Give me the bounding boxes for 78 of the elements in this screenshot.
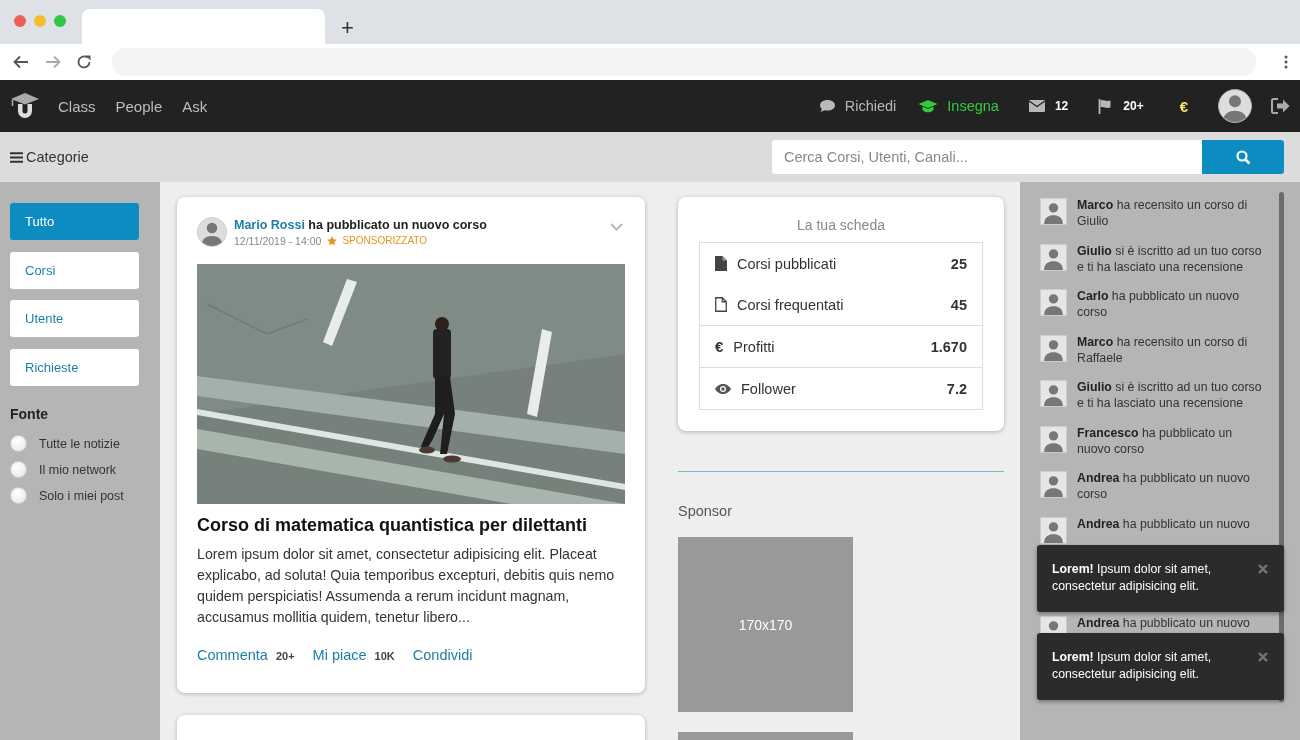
section-title: Sponsor [678,503,733,519]
logout-icon[interactable] [1271,98,1290,114]
euro-symbol: € [715,338,724,355]
activity-text: Francesco ha pubblicato un nuovo corso [1077,424,1234,457]
menu-icon[interactable] [1284,55,1288,69]
logo-icon[interactable] [10,92,40,120]
count-label: 20+ [275,650,295,662]
card-title: La tua scheda [796,217,886,233]
radio-button[interactable] [10,487,27,504]
section-title: Fonte [10,405,50,422]
close-icon[interactable] [1258,564,1268,574]
stat-value: 45 [950,296,967,313]
close-window-icon[interactable] [14,15,26,27]
post-headline: Mario Rossi ha pubblicato un nuovo corso [234,217,487,232]
post-title[interactable]: Corso di matematica quantistica per dilettanti [197,515,625,536]
radio-label[interactable]: Il mio network [39,462,117,477]
author-avatar[interactable] [197,217,227,247]
nav-link[interactable]: People [115,97,163,115]
toast-message: Lorem! Ipsum dolor sit amet, consectetur adipisicing elit. [1052,650,1212,681]
nav-link[interactable]: Ask [182,97,208,115]
stat-label: Corsi pubblicati [737,255,837,272]
teach-link[interactable]: Insegna [947,98,999,114]
flag-icon [1098,98,1114,114]
post-body: Lorem ipsum dolor sit amet, consectetur adipisicing elit. Placeat explicabo, ad soluta! Quia temporibus excepturi, debitis quis nemo quidem perspiciatis! Assumenda a rerum incidunt magnam, accusamus mollitia quidem, tenetur libero... [197,545,616,627]
activity-text: Andrea ha pubblicato un nuovo [1077,615,1251,631]
stat-value: 7.2 [946,380,967,397]
activity-text: Andrea ha pubblicato un nuovo [1077,515,1251,532]
reload-icon[interactable] [76,54,92,70]
wallet-link[interactable]: € [1179,97,1188,115]
envelope-icon [1028,100,1045,112]
stat-label: Follower [741,380,796,397]
radio-label[interactable]: Solo i miei post [39,488,124,503]
activity-text: Andrea ha pubblicato un nuovo corso [1077,470,1251,502]
radio-label[interactable]: Tutte le notizie [39,436,120,451]
search-icon [1235,149,1251,165]
stat-value: 1.670 [930,338,967,355]
graduation-cap-icon [918,98,939,114]
activity-text: Giulio si è iscritto ad un tuo corso e ti ha lasciato una recensione [1077,379,1263,411]
filter-button[interactable]: Tutto [10,203,139,240]
file-icon [715,256,727,271]
radio-button[interactable] [10,435,27,452]
post-action-link[interactable]: Condividi [412,647,473,663]
request-link[interactable]: Richiedi [844,98,897,114]
chevron-down-icon[interactable] [610,223,623,231]
activity-text: Carlo ha pubblicato un nuovo corso [1077,288,1241,320]
radio-button[interactable] [10,461,27,478]
filter-button[interactable]: Richieste [10,348,139,386]
chat-bubble-icon [818,99,836,113]
close-icon[interactable] [1258,652,1268,662]
user-avatar[interactable] [1218,89,1252,123]
nav-link[interactable]: Class [58,97,96,115]
eye-icon [715,383,731,394]
search-button[interactable] [1202,140,1284,174]
back-icon[interactable] [12,53,30,71]
activity-text: Giulio si è iscritto ad un tuo corso e ti ha lasciato una recensione [1077,242,1263,275]
star-icon [327,235,338,246]
sponsored-label: SPONSORIZZATO [342,235,428,246]
post-action-link[interactable]: Mi piace [312,647,367,663]
filter-button[interactable]: Corsi [10,251,139,289]
categories-label[interactable]: Categorie [26,149,89,165]
notifications-count[interactable]: 20+ [1123,99,1144,113]
search-field[interactable]: Cerca Corsi, Utenti, Canali... [772,140,1202,174]
activity-text: Marco ha recensito un corso di Giulio [1077,197,1249,229]
messages-count[interactable]: 12 [1054,99,1069,113]
count-label: 10K [374,650,395,662]
author-link[interactable]: Mario Rossi [234,217,305,232]
post-action-link[interactable]: Commenta [197,647,268,663]
stat-label: Corsi frequentati [737,296,844,313]
new-tab-button[interactable]: + [341,17,354,39]
menu-icon[interactable] [10,151,23,163]
activity-text: Marco ha recensito un corso di Raffaele [1077,333,1249,366]
stat-value: 25 [950,255,967,272]
toast-message: Lorem! Ipsum dolor sit amet, consectetur adipisicing elit. [1052,562,1212,593]
file-outline-icon [715,297,727,312]
post-date: 12/11/2019 - 14:00 [234,234,322,247]
forward-icon[interactable] [44,53,62,71]
filter-button[interactable]: Utente [10,300,139,337]
stat-label: Profitti [733,338,775,355]
